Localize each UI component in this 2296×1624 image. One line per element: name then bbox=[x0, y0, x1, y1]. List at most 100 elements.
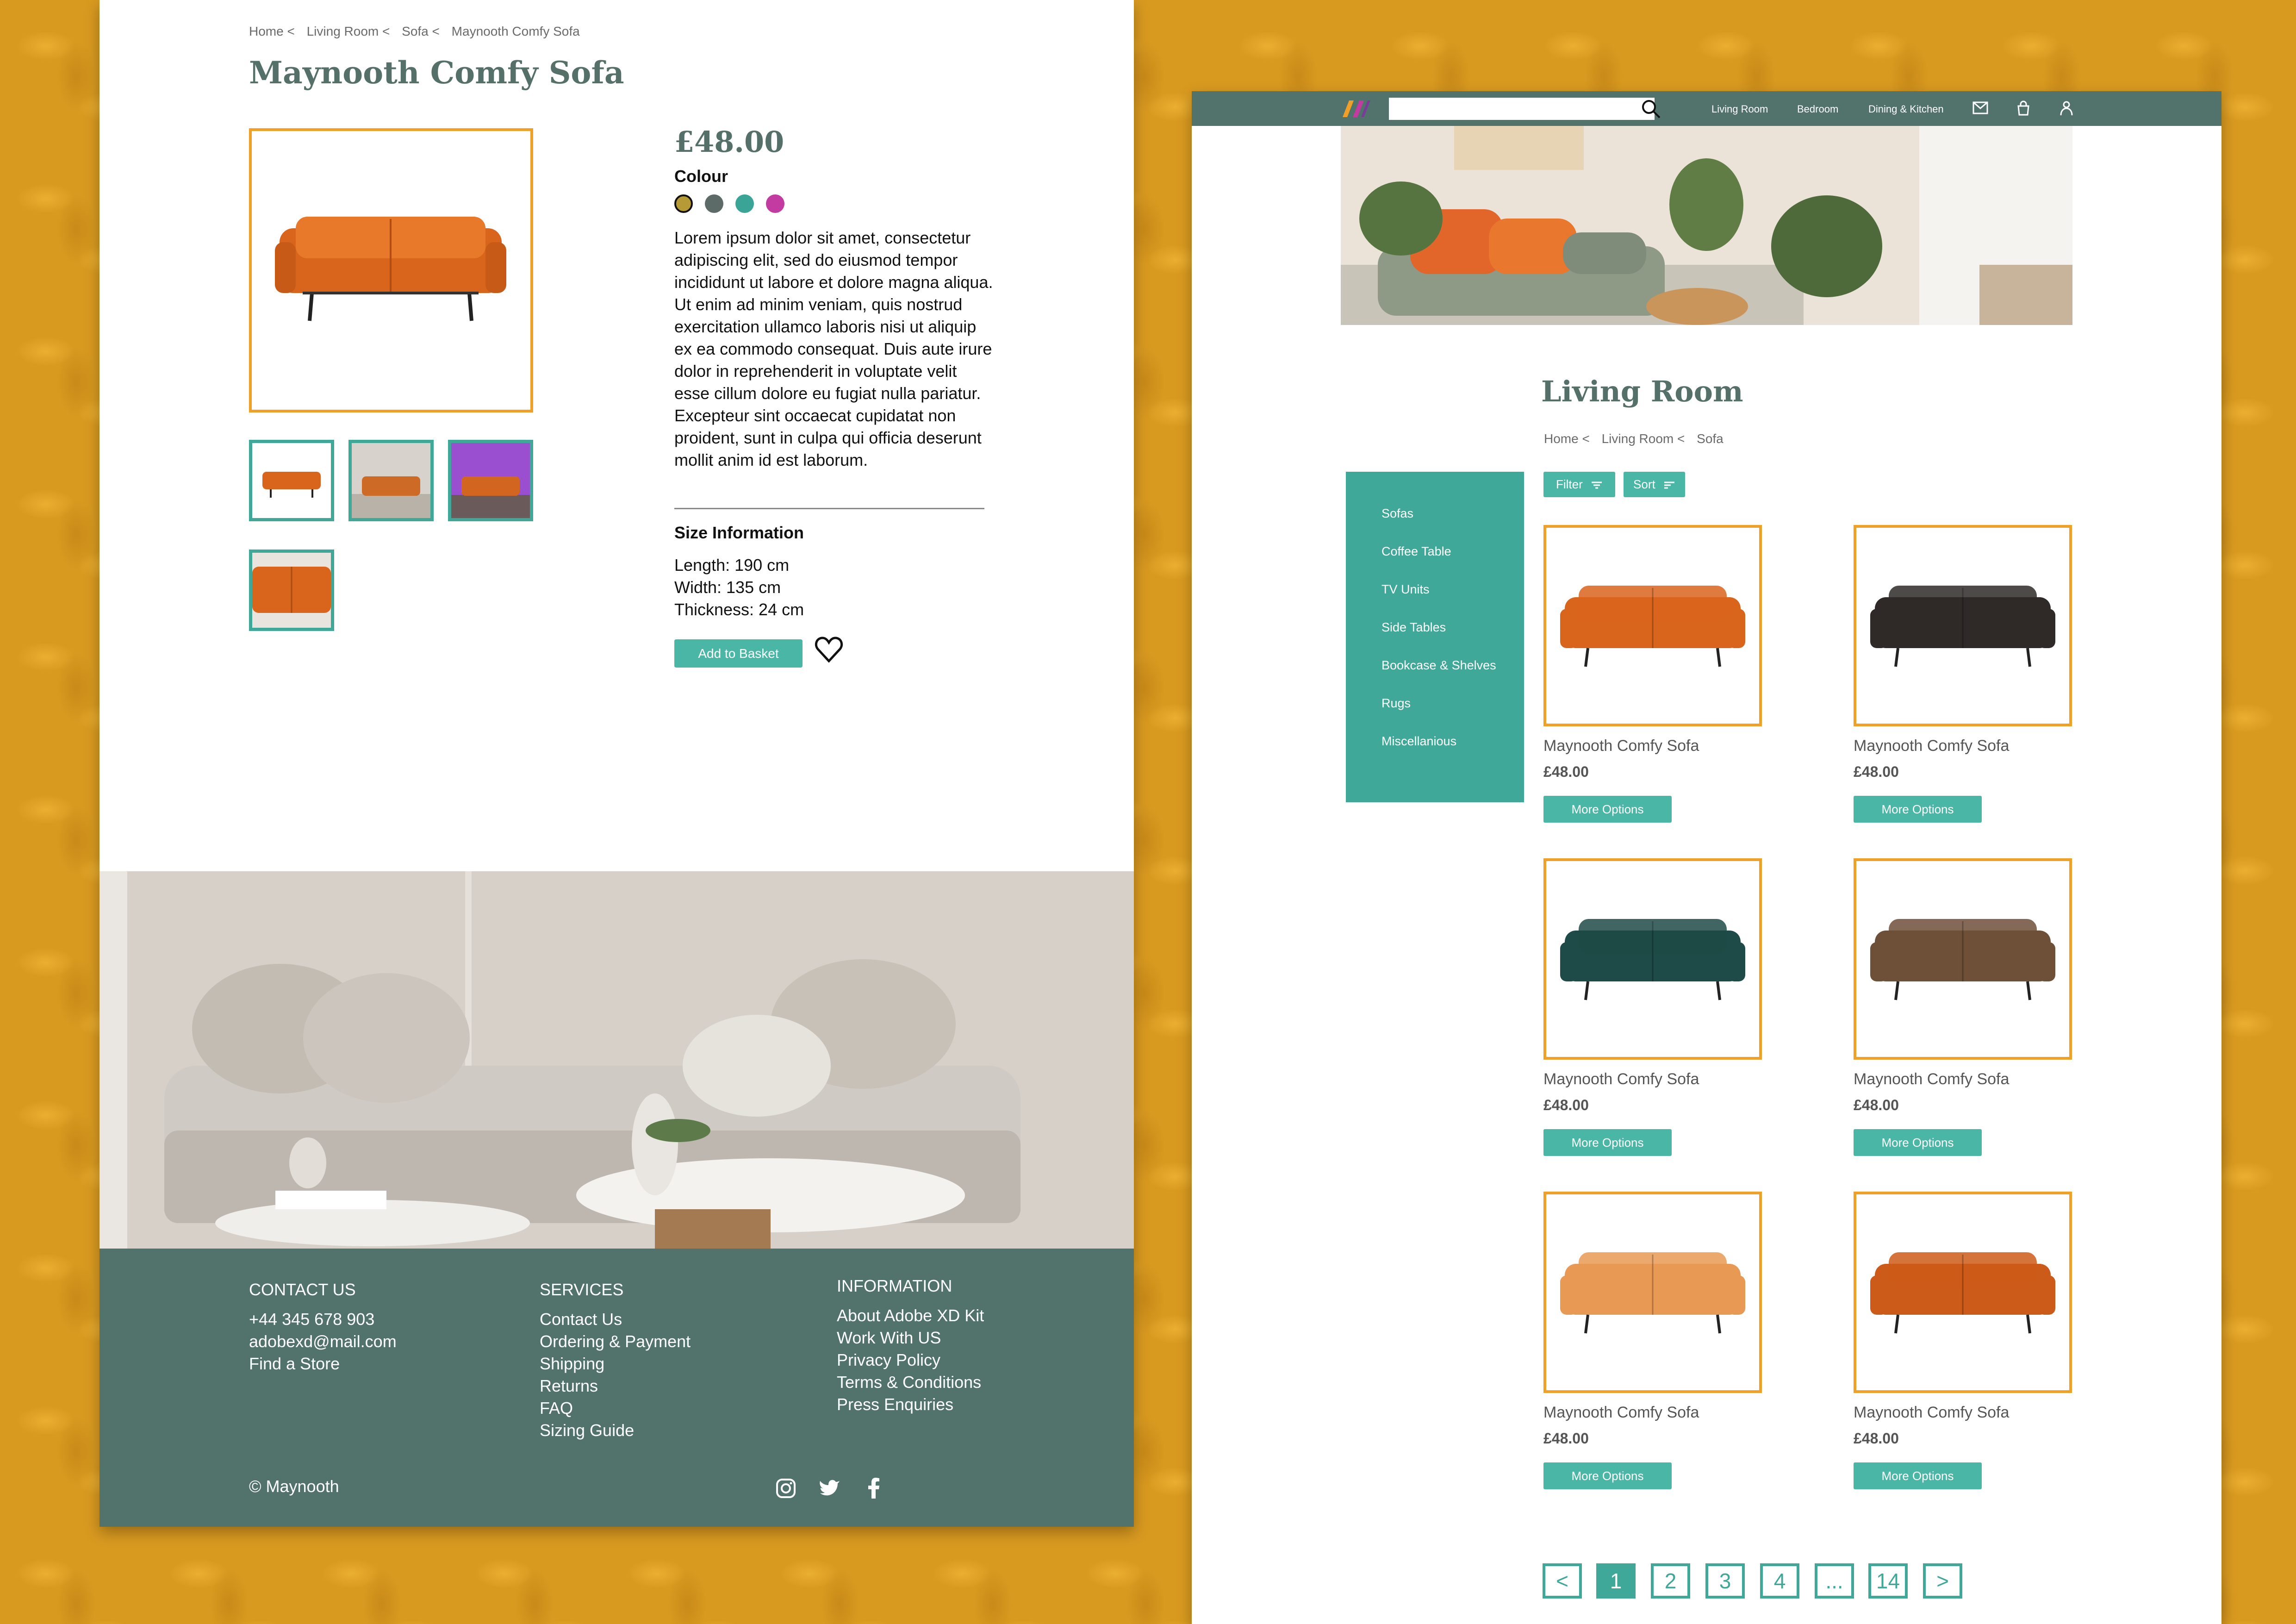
colour-swatch-4[interactable] bbox=[766, 194, 784, 213]
sidebar-item-coffee-table[interactable]: Coffee Table bbox=[1346, 544, 1524, 582]
footer-link[interactable]: Press Enquiries bbox=[837, 1393, 984, 1416]
sidebar-item-miscellanious[interactable]: Miscellanious bbox=[1346, 734, 1524, 772]
colour-swatch-1[interactable] bbox=[674, 194, 693, 213]
search-input[interactable] bbox=[1389, 98, 1655, 120]
footer-link[interactable]: Ordering & Payment bbox=[540, 1330, 691, 1353]
page-4[interactable]: 4 bbox=[1760, 1563, 1799, 1599]
next-page-button[interactable]: > bbox=[1923, 1563, 1962, 1599]
facebook-icon[interactable] bbox=[868, 1477, 880, 1501]
product-card-image[interactable] bbox=[1854, 858, 2072, 1060]
product-card-image[interactable] bbox=[1854, 1192, 2072, 1393]
more-options-button[interactable]: More Options bbox=[1854, 1129, 1982, 1156]
breadcrumb-current: Maynooth Comfy Sofa bbox=[451, 24, 580, 38]
footer-link[interactable]: FAQ bbox=[540, 1397, 691, 1419]
product-name[interactable]: Maynooth Comfy Sofa bbox=[1854, 1404, 2009, 1422]
footer-link[interactable]: Contact Us bbox=[540, 1308, 691, 1330]
add-to-basket-button[interactable]: Add to Basket bbox=[674, 639, 803, 668]
product-name[interactable]: Maynooth Comfy Sofa bbox=[1854, 1070, 2009, 1088]
page-title: Maynooth Comfy Sofa bbox=[249, 55, 624, 91]
nav-living-room[interactable]: Living Room bbox=[1711, 103, 1768, 115]
page-14[interactable]: 14 bbox=[1868, 1563, 1908, 1599]
footer-email[interactable]: adobexd@mail.com bbox=[249, 1330, 397, 1353]
product-card-image[interactable] bbox=[1543, 1192, 1762, 1393]
thumbnail-4[interactable] bbox=[249, 550, 334, 631]
account-icon[interactable] bbox=[2060, 100, 2073, 119]
breadcrumb-sofa[interactable]: Sofa < bbox=[402, 24, 440, 38]
product-name[interactable]: Maynooth Comfy Sofa bbox=[1543, 1404, 1699, 1422]
thumbnail-2[interactable] bbox=[348, 440, 434, 521]
footer-contact: CONTACT US +44 345 678 903 adobexd@mail.… bbox=[249, 1279, 397, 1375]
product-card-image[interactable] bbox=[1543, 858, 1762, 1060]
footer-link[interactable]: Shipping bbox=[540, 1353, 691, 1375]
sidebar-item-bookcase-shelves[interactable]: Bookcase & Shelves bbox=[1346, 658, 1524, 696]
breadcrumb-current: Sofa bbox=[1697, 431, 1724, 446]
hero-banner-image bbox=[1341, 126, 2072, 325]
footer-link[interactable]: Terms & Conditions bbox=[837, 1371, 984, 1393]
size-heading: Size Information bbox=[674, 523, 804, 542]
filter-button[interactable]: Filter bbox=[1543, 472, 1615, 497]
instagram-icon[interactable] bbox=[775, 1478, 796, 1501]
product-description: Lorem ipsum dolor sit amet, consectetur … bbox=[674, 228, 993, 469]
brand-logo[interactable] bbox=[1340, 100, 1377, 120]
colour-swatch-2[interactable] bbox=[705, 194, 723, 213]
footer-find-store[interactable]: Find a Store bbox=[249, 1353, 397, 1375]
copyright: © Maynooth bbox=[249, 1477, 339, 1496]
thumbnail-3[interactable] bbox=[448, 440, 533, 521]
footer-phone[interactable]: +44 345 678 903 bbox=[249, 1308, 397, 1330]
wishlist-heart-icon[interactable] bbox=[814, 635, 844, 667]
nav-dining-kitchen[interactable]: Dining & Kitchen bbox=[1868, 103, 1944, 115]
footer-information-heading: INFORMATION bbox=[837, 1276, 952, 1295]
product-card-image[interactable] bbox=[1543, 525, 1762, 726]
sort-button[interactable]: Sort bbox=[1624, 472, 1685, 497]
basket-icon[interactable] bbox=[2016, 100, 2031, 119]
more-options-button[interactable]: More Options bbox=[1543, 1462, 1672, 1489]
page-title: Living Room bbox=[1541, 375, 1743, 408]
size-information: Length: 190 cm Width: 135 cm Thickness: … bbox=[674, 554, 804, 621]
product-price: £48.00 bbox=[1543, 1097, 1589, 1113]
more-options-button[interactable]: More Options bbox=[1543, 1129, 1672, 1156]
filter-label: Filter bbox=[1556, 477, 1583, 491]
footer-link[interactable]: Work With US bbox=[837, 1327, 984, 1349]
breadcrumb-home[interactable]: Home < bbox=[1544, 431, 1590, 446]
thumbnail-1[interactable] bbox=[249, 440, 334, 521]
breadcrumb-home[interactable]: Home < bbox=[249, 24, 295, 38]
previous-page-button[interactable]: < bbox=[1543, 1563, 1582, 1599]
mail-icon[interactable] bbox=[1972, 100, 1989, 118]
colour-swatch-3[interactable] bbox=[735, 194, 754, 213]
top-navigation-bar: Living Room Bedroom Dining & Kitchen bbox=[1192, 91, 2221, 126]
page-ellipsis: ... bbox=[1815, 1563, 1854, 1599]
product-price: £48.00 bbox=[1543, 1430, 1589, 1447]
sidebar-item-rugs[interactable]: Rugs bbox=[1346, 696, 1524, 734]
twitter-icon[interactable] bbox=[819, 1479, 840, 1499]
sort-label: Sort bbox=[1633, 477, 1655, 491]
search-icon[interactable] bbox=[1641, 99, 1661, 121]
more-options-button[interactable]: More Options bbox=[1543, 796, 1672, 823]
product-name[interactable]: Maynooth Comfy Sofa bbox=[1543, 737, 1699, 755]
more-options-button[interactable]: More Options bbox=[1854, 1462, 1982, 1489]
sidebar-item-sofas[interactable]: Sofas bbox=[1346, 506, 1524, 544]
page-2[interactable]: 2 bbox=[1651, 1563, 1690, 1599]
product-price: £48.00 bbox=[1854, 1430, 1899, 1447]
size-length: Length: 190 cm bbox=[674, 556, 790, 575]
product-card-image[interactable] bbox=[1854, 525, 2072, 726]
product-price: £48.00 bbox=[674, 125, 784, 159]
breadcrumb: Home < Living Room < Sofa < Maynooth Com… bbox=[249, 24, 588, 39]
breadcrumb: Home < Living Room < Sofa bbox=[1544, 431, 1732, 446]
breadcrumb-living-room[interactable]: Living Room < bbox=[1602, 431, 1685, 446]
product-name[interactable]: Maynooth Comfy Sofa bbox=[1854, 737, 2009, 755]
page-1[interactable]: 1 bbox=[1596, 1563, 1636, 1599]
page-3[interactable]: 3 bbox=[1705, 1563, 1745, 1599]
product-name[interactable]: Maynooth Comfy Sofa bbox=[1543, 1070, 1699, 1088]
breadcrumb-living-room[interactable]: Living Room < bbox=[307, 24, 390, 38]
sidebar-item-side-tables[interactable]: Side Tables bbox=[1346, 620, 1524, 658]
footer-link[interactable]: Sizing Guide bbox=[540, 1419, 691, 1442]
more-options-button[interactable]: More Options bbox=[1854, 796, 1982, 823]
product-detail-page: Home < Living Room < Sofa < Maynooth Com… bbox=[100, 0, 1134, 1527]
nav-bedroom[interactable]: Bedroom bbox=[1797, 103, 1838, 115]
footer-link[interactable]: Returns bbox=[540, 1375, 691, 1397]
footer-contact-heading: CONTACT US bbox=[249, 1280, 356, 1299]
sidebar-item-tv-units[interactable]: TV Units bbox=[1346, 582, 1524, 620]
lifestyle-image bbox=[100, 871, 1134, 1249]
footer-link[interactable]: About Adobe XD Kit bbox=[837, 1305, 984, 1327]
footer-link[interactable]: Privacy Policy bbox=[837, 1349, 984, 1371]
